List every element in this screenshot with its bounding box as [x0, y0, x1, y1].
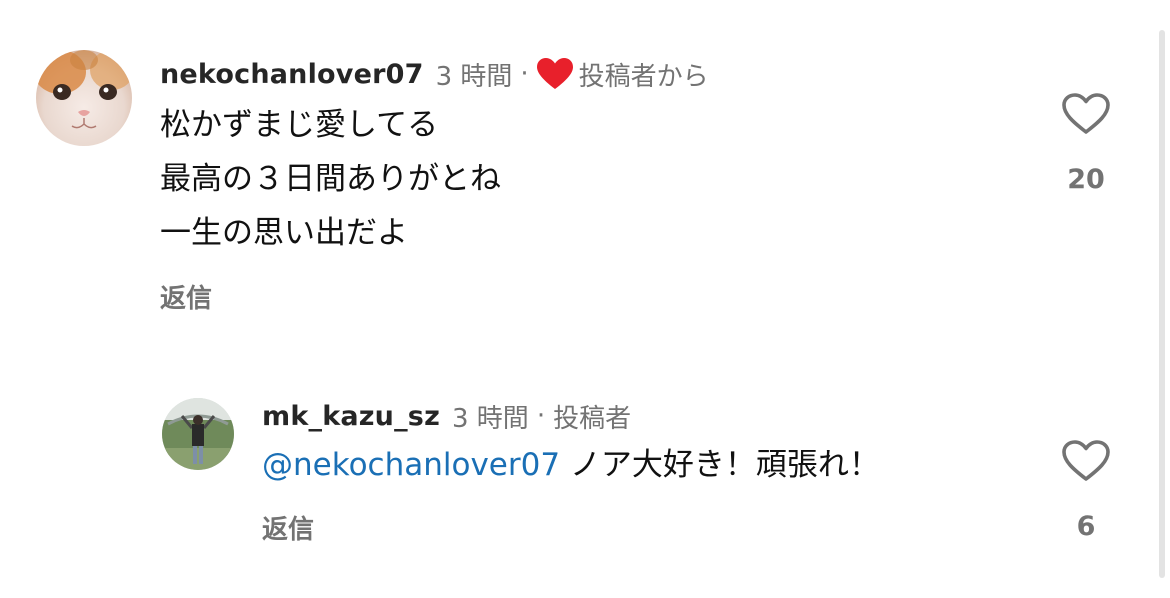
mention-link[interactable]: @nekochanlover07	[262, 447, 560, 483]
like-count: 20	[1067, 164, 1105, 195]
author-label: 投稿者	[553, 403, 632, 434]
like-heart-icon[interactable]	[1061, 92, 1111, 140]
like-count: 6	[1076, 511, 1096, 542]
avatar[interactable]	[36, 50, 132, 146]
username[interactable]: mk_kazu_sz	[262, 401, 440, 432]
timestamp: 3 時間	[452, 403, 529, 434]
reply-meta: mk_kazu_sz 3 時間 · 投稿者	[262, 398, 631, 434]
comment-line: 一生の思い出だよ	[160, 215, 408, 251]
reply-button[interactable]: 返信	[160, 278, 212, 315]
reply-text: ノア大好き！頑張れ！	[560, 447, 880, 483]
cat-avatar-icon	[36, 50, 132, 146]
username[interactable]: nekochanlover07	[160, 59, 424, 90]
comment-meta: nekochanlover07 3 時間 · 投稿者から	[160, 56, 709, 92]
avatar[interactable]	[162, 398, 234, 470]
reply-line: @nekochanlover07 ノア大好き！頑張れ！	[262, 438, 880, 492]
comment-line: 松かずまじ愛してる	[160, 107, 439, 143]
person-outdoor-avatar-icon	[162, 398, 234, 470]
creator-badge: 投稿者から	[578, 61, 709, 92]
reply-button[interactable]: 返信	[262, 509, 314, 546]
scrollbar[interactable]	[1159, 30, 1165, 578]
separator: ·	[520, 59, 529, 89]
timestamp: 3 時間	[435, 61, 513, 92]
comment-line: 最高の３日間ありがとね	[160, 161, 501, 197]
like-heart-icon[interactable]	[1061, 439, 1111, 487]
heart-icon	[536, 58, 573, 94]
reply-body: @nekochanlover07 ノア大好き！頑張れ！	[262, 438, 880, 492]
comment-body: 松かずまじ愛してる 最高の３日間ありがとね 一生の思い出だよ	[160, 98, 501, 260]
separator: ·	[536, 401, 546, 431]
